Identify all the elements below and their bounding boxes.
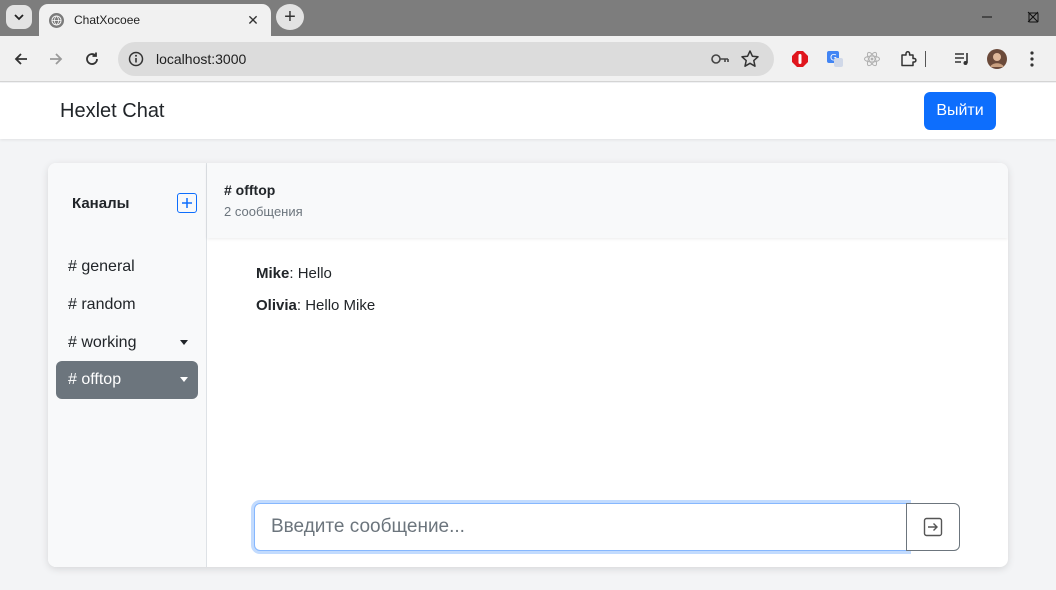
- media-control-icon[interactable]: [951, 48, 973, 70]
- message-text: : Hello: [289, 265, 332, 282]
- arrow-right-square-icon: [923, 517, 943, 537]
- channel-menu-caret-icon[interactable]: [180, 340, 188, 345]
- close-window-icon[interactable]: [1010, 0, 1056, 34]
- chevron-down-icon: [14, 14, 24, 21]
- brand-link[interactable]: Hexlet Chat: [60, 100, 165, 123]
- current-channel-name: # offtop: [224, 182, 276, 198]
- globe-icon: [49, 12, 64, 28]
- channel-label: # general: [68, 258, 135, 275]
- channels-sidebar: Каналы # general # random # working # of…: [48, 163, 207, 567]
- plus-square-icon: [182, 198, 192, 208]
- profile-avatar[interactable]: [986, 48, 1008, 70]
- app-navbar: Hexlet Chat Выйти: [0, 83, 1056, 139]
- reload-icon: [86, 52, 98, 65]
- back-button[interactable]: [7, 45, 35, 73]
- tab-title: ChatXocoee: [74, 13, 141, 27]
- chat-header: # offtop 2 сообщения: [207, 163, 1008, 238]
- message-item: Olivia: Hello Mike: [256, 297, 375, 314]
- close-tab-icon[interactable]: ✕: [245, 12, 261, 29]
- channel-item-random[interactable]: # random: [56, 286, 198, 324]
- logout-button[interactable]: Выйти: [924, 92, 996, 130]
- site-info-icon[interactable]: [128, 51, 144, 72]
- extensions-puzzle-icon[interactable]: [897, 48, 919, 70]
- forward-button[interactable]: [42, 45, 70, 73]
- message-count: 2 сообщения: [224, 204, 303, 219]
- browser-menu-icon[interactable]: [1021, 48, 1043, 70]
- browser-tab[interactable]: ChatXocoee ✕: [39, 4, 271, 36]
- react-devtools-icon[interactable]: [861, 48, 883, 70]
- toolbar-divider: [924, 48, 926, 70]
- channel-menu-caret-icon[interactable]: [180, 377, 188, 382]
- chat-container: Каналы # general # random # working # of…: [48, 163, 1008, 567]
- channel-item-offtop[interactable]: # offtop: [56, 361, 198, 399]
- channel-item-general[interactable]: # general: [56, 248, 198, 286]
- message-form: [254, 503, 960, 551]
- channel-label: # offtop: [68, 371, 122, 388]
- send-button[interactable]: [906, 503, 960, 551]
- browser-tab-strip: ChatXocoee ✕ +: [0, 0, 1056, 36]
- channels-title: Каналы: [72, 195, 130, 212]
- minimize-icon[interactable]: [964, 0, 1010, 34]
- password-key-icon[interactable]: [710, 51, 730, 72]
- channel-label: # working: [68, 334, 137, 351]
- message-author: Mike: [256, 265, 290, 282]
- arrow-right-icon: [50, 53, 63, 65]
- adblock-extension-icon[interactable]: [789, 48, 811, 70]
- message-item: Mike: Hello: [256, 265, 332, 282]
- message-author: Olivia: [256, 297, 297, 314]
- channel-label: # random: [68, 296, 136, 313]
- translate-extension-icon[interactable]: G: [824, 48, 846, 70]
- reload-button[interactable]: [78, 45, 106, 73]
- new-tab-button[interactable]: +: [276, 4, 304, 30]
- url-text: localhost:3000: [156, 51, 247, 67]
- channel-item-working[interactable]: # working: [56, 324, 198, 362]
- add-channel-button[interactable]: [177, 193, 197, 213]
- address-bar[interactable]: localhost:3000: [118, 42, 774, 76]
- message-input[interactable]: [254, 503, 908, 551]
- arrow-left-icon: [14, 53, 27, 65]
- bookmark-star-icon[interactable]: [740, 49, 760, 74]
- tab-search-button[interactable]: [6, 5, 32, 29]
- message-text: : Hello Mike: [296, 297, 376, 314]
- browser-toolbar: localhost:3000 G: [0, 36, 1056, 82]
